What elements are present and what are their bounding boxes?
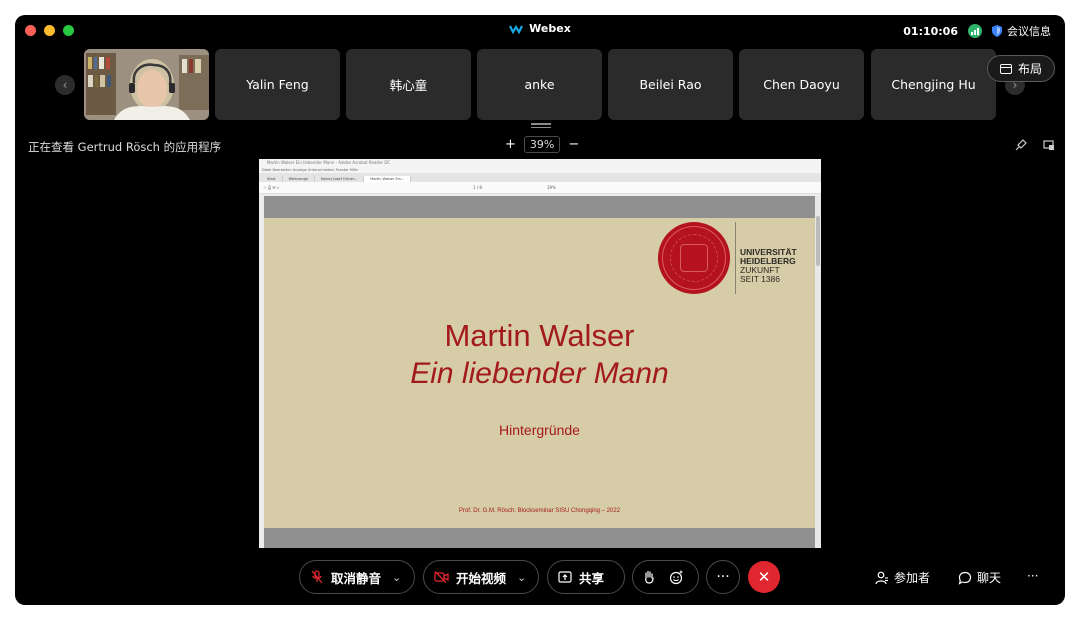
participant-video-icon xyxy=(84,49,209,120)
video-off-icon xyxy=(434,571,449,583)
strip-prev-button[interactable]: ‹ xyxy=(55,75,75,95)
participant-name: Yalin Feng xyxy=(246,77,309,92)
zoom-in-button[interactable]: + xyxy=(505,137,516,152)
share-screen-icon xyxy=(558,571,572,583)
close-icon: ✕ xyxy=(757,568,771,586)
participants-icon xyxy=(875,571,888,584)
meeting-controls-bar: 取消静音 ⌄ 开始视频 ⌄ 共享 ··· ✕ 参加者 聊天 ··· xyxy=(15,560,1065,594)
share-zoom-control: + 39% − xyxy=(505,136,579,153)
meeting-info-label: 会议信息 xyxy=(1007,25,1051,38)
more-icon: ··· xyxy=(1027,569,1039,583)
more-icon: ··· xyxy=(716,569,730,585)
participant-tile[interactable]: anke xyxy=(477,49,602,120)
sharing-status-text: 正在查看 Gertrud Rösch 的应用程序 xyxy=(28,140,222,154)
unmute-label: 取消静音 xyxy=(331,570,382,586)
meeting-info-button[interactable]: 会议信息 xyxy=(992,23,1051,39)
chevron-left-icon: ‹ xyxy=(62,78,68,92)
meeting-timer: 01:10:06 xyxy=(903,24,958,38)
participant-tile[interactable]: Chen Daoyu xyxy=(739,49,864,120)
layout-button[interactable]: 布局 xyxy=(986,55,1055,82)
university-name: UNIVERSITÄT HEIDELBERG ZUKUNFT SEIT 1386 xyxy=(740,248,797,284)
participant-tile[interactable]: Chengjing Hu xyxy=(871,49,996,120)
acrobat-page-indicator: 1 / 8 xyxy=(473,185,482,190)
chevron-down-icon[interactable]: ⌄ xyxy=(517,571,526,584)
participant-name: Chen Daoyu xyxy=(763,77,840,92)
annotate-icon[interactable] xyxy=(1015,139,1027,151)
emoji-reaction-icon[interactable] xyxy=(669,570,684,585)
unmute-button[interactable]: 取消静音 ⌄ xyxy=(299,560,415,594)
acrobat-tool-icons: ☆ ⎙ ✉ ⌕ xyxy=(263,185,280,190)
reactions-group xyxy=(632,560,699,594)
pop-out-icon[interactable] xyxy=(1043,139,1055,151)
participant-name: 韩心童 xyxy=(389,78,428,93)
share-label: 共享 xyxy=(579,570,605,586)
more-options-button[interactable]: ··· xyxy=(706,560,740,594)
share-view-tools xyxy=(1015,139,1055,151)
self-video-tile[interactable] xyxy=(84,49,209,120)
slide-subtitle: Ein liebender Mann xyxy=(410,357,669,390)
share-button[interactable]: 共享 xyxy=(547,560,625,594)
top-right-status: 01:10:06 会议信息 xyxy=(903,23,1051,39)
participant-name: Beilei Rao xyxy=(639,77,702,92)
webex-window: Webex 01:10:06 会议信息 ‹ Yalin Feng 韩心童 ank… xyxy=(15,15,1065,605)
chevron-down-icon[interactable]: ⌄ xyxy=(392,571,401,584)
zoom-out-button[interactable]: − xyxy=(568,137,579,152)
chat-button[interactable]: 聊天 xyxy=(958,569,1001,586)
layout-grid-icon xyxy=(999,63,1012,74)
participants-label: 参加者 xyxy=(894,571,931,585)
pdf-scrollbar[interactable] xyxy=(815,196,821,548)
acrobat-title-bar: Martin Walser Ein liebender Mann - Adobe… xyxy=(259,159,821,167)
pdf-view-area: UNIVERSITÄT HEIDELBERG ZUKUNFT SEIT 1386… xyxy=(264,196,815,548)
participant-tile[interactable]: Beilei Rao xyxy=(608,49,733,120)
start-video-button[interactable]: 开始视频 ⌄ xyxy=(423,560,539,594)
slide-heading: Hintergründe xyxy=(499,422,580,438)
presentation-slide: UNIVERSITÄT HEIDELBERG ZUKUNFT SEIT 1386… xyxy=(264,218,815,528)
leave-meeting-button[interactable]: ✕ xyxy=(748,561,780,593)
participant-tile[interactable]: 韩心童 xyxy=(346,49,471,120)
participant-strip: ‹ Yalin Feng 韩心童 anke Beilei Rao Chen Da… xyxy=(15,49,1065,121)
strip-resize-handle[interactable] xyxy=(531,123,551,128)
slide-title: Martin Walser xyxy=(444,318,635,353)
chat-label: 聊天 xyxy=(977,571,1002,585)
shared-screen[interactable]: Martin Walser Ein liebender Mann - Adobe… xyxy=(259,159,821,548)
app-title: Webex xyxy=(529,22,571,35)
layout-label: 布局 xyxy=(1017,62,1042,76)
acrobat-zoom-value: 39% xyxy=(547,185,556,190)
network-health-icon[interactable] xyxy=(968,24,982,38)
acrobat-tabs: Start Werkzeuge Nanny Josef Ortner... Ma… xyxy=(259,173,821,182)
participant-tile[interactable]: Yalin Feng xyxy=(215,49,340,120)
raise-hand-icon[interactable] xyxy=(643,570,655,584)
participants-button[interactable]: 参加者 xyxy=(875,569,930,586)
webex-logo-icon xyxy=(509,24,524,34)
overflow-menu-button[interactable]: ··· xyxy=(1027,569,1038,583)
slide-footer: Prof. Dr. G.M. Rösch: Blockseminar SISU … xyxy=(458,508,621,514)
logo-divider xyxy=(735,222,736,294)
chat-bubble-icon xyxy=(958,571,972,585)
start-video-label: 开始视频 xyxy=(456,570,507,586)
shield-icon xyxy=(992,25,1002,37)
participant-name: Chengjing Hu xyxy=(891,77,976,92)
participant-name: anke xyxy=(524,77,555,92)
zoom-level[interactable]: 39% xyxy=(523,136,561,153)
acrobat-toolbar: ☆ ⎙ ✉ ⌕ 1 / 8 39% xyxy=(259,182,821,194)
university-line: SEIT 1386 xyxy=(740,274,781,284)
mic-muted-icon xyxy=(311,570,323,584)
university-seal-logo xyxy=(658,222,730,294)
